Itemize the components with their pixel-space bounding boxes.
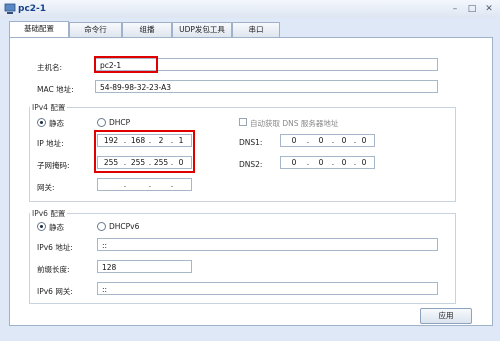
window-title: pc2-1 [18, 4, 47, 14]
title-bar [0, 0, 500, 18]
tab-command-line[interactable]: 命令行 [69, 22, 122, 37]
ipv4-static-label: 静态 [49, 119, 64, 128]
tab-udp-tool[interactable]: UDP发包工具 [172, 22, 232, 37]
dns1-octet: 0 [318, 136, 324, 145]
dns2-octet: 0 [341, 158, 347, 167]
tab-multicast[interactable]: 组播 [122, 22, 172, 37]
close-icon[interactable]: ✕ [482, 3, 496, 15]
dns2-label: DNS2: [239, 160, 263, 169]
ipv4-dhcp-radio[interactable] [97, 118, 106, 127]
ipv6-dhcp-label: DHCPv6 [109, 222, 140, 231]
dns2-octet: 0 [291, 158, 297, 167]
gateway-label: 网关: [37, 183, 55, 192]
prefix-input[interactable]: 128 [97, 260, 192, 273]
ipv4-static-radio[interactable] [37, 118, 46, 127]
ipv4-dhcp-label: DHCP [109, 118, 131, 127]
ip-label: IP 地址: [37, 139, 64, 148]
tab-basic-config[interactable]: 基础配置 [9, 21, 69, 37]
ipv4-group-title: IPv4 配置 [30, 102, 68, 113]
ipv6-dhcp-radio[interactable] [97, 222, 106, 231]
dns1-label: DNS1: [239, 138, 263, 147]
dns2-octet: 0 [318, 158, 324, 167]
highlight-box [94, 56, 158, 73]
mac-label: MAC 地址: [37, 85, 74, 94]
hostname-label: 主机名: [37, 63, 63, 72]
gateway-input[interactable]: . . . [97, 178, 192, 191]
mask-label: 子网掩码: [37, 161, 70, 170]
mac-input[interactable]: 54-89-98-32-23-A3 [95, 80, 438, 93]
auto-dns-checkbox[interactable] [239, 118, 247, 126]
dns1-input[interactable]: 0. 0. 0. 0 [280, 134, 375, 147]
minimize-icon[interactable]: – [448, 3, 462, 15]
dot-sep: . [123, 180, 127, 189]
dns1-octet: 0 [361, 136, 367, 145]
dns1-octet: 0 [291, 136, 297, 145]
dot-sep: . [148, 180, 152, 189]
prefix-label: 前缀长度: [37, 265, 70, 274]
ipv6-static-radio[interactable] [37, 222, 46, 231]
dns2-input[interactable]: 0. 0. 0. 0 [280, 156, 375, 169]
dot-sep: . [170, 180, 174, 189]
apply-button[interactable]: 应用 [420, 308, 472, 324]
dns2-octet: 0 [361, 158, 367, 167]
maximize-icon[interactable]: □ [465, 3, 479, 15]
tab-serial[interactable]: 串口 [232, 22, 280, 37]
highlight-box [94, 130, 195, 173]
ipv6-gateway-input[interactable]: :: [97, 282, 438, 295]
dns1-octet: 0 [341, 136, 347, 145]
auto-dns-label: 自动获取 DNS 服务器地址 [250, 119, 339, 128]
ipv6-group-title: IPv6 配置 [30, 208, 68, 219]
ipv6-addr-input[interactable]: :: [97, 238, 438, 251]
pc-icon [4, 3, 16, 14]
ipv6-static-label: 静态 [49, 223, 64, 232]
ipv6-addr-label: IPv6 地址: [37, 243, 73, 252]
ipv6-gateway-label: IPv6 网关: [37, 287, 73, 296]
